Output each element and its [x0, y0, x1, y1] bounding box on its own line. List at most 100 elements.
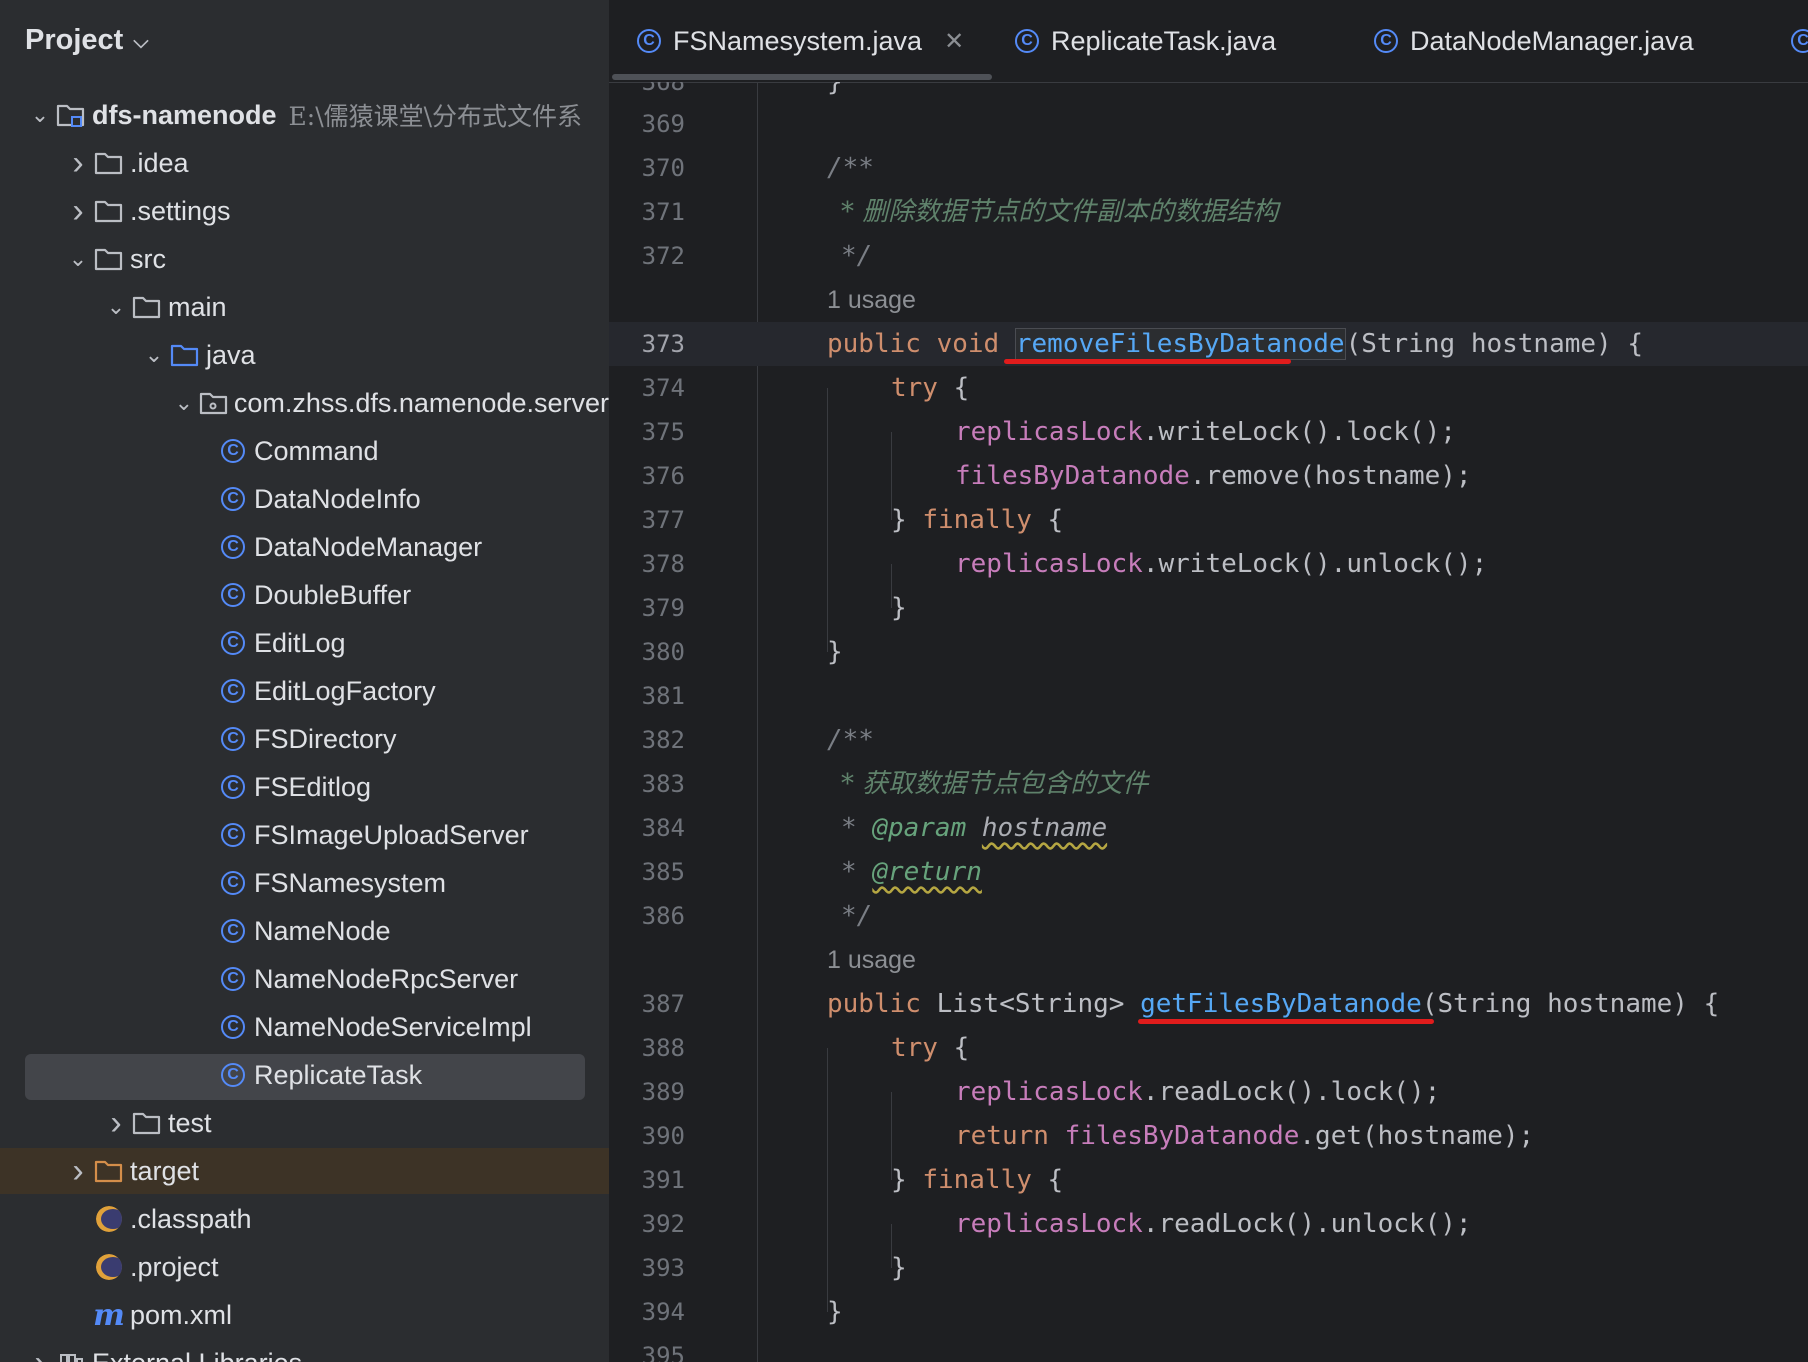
keyword: public [827, 329, 921, 359]
line-number: 384 [641, 814, 685, 842]
line-number: 368 [641, 82, 685, 96]
doc-comment-close: */ [841, 901, 873, 931]
chevron-right-icon[interactable]: › [64, 144, 92, 183]
tree-item-external-libraries[interactable]: › External Libraries [0, 1340, 609, 1362]
tree-item-pom-xml[interactable]: m pom.xml [0, 1292, 609, 1338]
tree-item-command[interactable]: C Command [0, 428, 609, 474]
tree-item-label: .idea [130, 147, 189, 178]
tree-item-editlogfactory[interactable]: C EditLogFactory [0, 668, 609, 714]
code-line: 372 */ [609, 234, 1808, 278]
tab-fsnamesystem[interactable]: C FSNamesystem.java ✕ [637, 18, 964, 64]
chevron-right-icon[interactable]: › [64, 192, 92, 231]
indent-guide [891, 1224, 892, 1268]
doc-param-tag: @param [872, 813, 967, 843]
code-area[interactable]: 368} 369 370 /** 371 * 删除数据节点的文件副本的数据结构 372 */ 1… [609, 82, 1808, 1362]
tree-item-dfs-namenode[interactable]: ⌄ dfs-namenode E:\儒猿课堂\分布式文件系 [0, 92, 609, 138]
tree-item-project[interactable]: .project [0, 1244, 609, 1290]
doc-comment-text: * 获取数据节点包含的文件 [841, 769, 1149, 799]
tab-datanodemanager[interactable]: C DataNodeManager.java [1374, 18, 1694, 64]
line-number: 387 [641, 990, 685, 1018]
call: .readLock().lock(); [1142, 1077, 1441, 1107]
method-name-remove-files: removeFilesByDatanode [1014, 328, 1346, 360]
tree-item-test[interactable]: › test [0, 1100, 609, 1146]
chevron-right-icon[interactable]: › [102, 1104, 130, 1143]
tree-item-fseditlog[interactable]: C FSEditlog [0, 764, 609, 810]
tab-replicatetask[interactable]: C ReplicateTask.java [1015, 18, 1276, 64]
code-line: 374 try { [609, 366, 1808, 410]
chevron-down-icon[interactable]: ⌄ [102, 294, 130, 320]
line-number: 392 [641, 1210, 685, 1238]
tree-item-datanodemanager[interactable]: C DataNodeManager [0, 524, 609, 570]
doc-comment-text: * 删除数据节点的文件副本的数据结构 [841, 197, 1279, 227]
tree-item-main[interactable]: ⌄ main [0, 284, 609, 330]
code-line: 368} [609, 82, 1808, 104]
usage-hint-line[interactable]: 1 usage [609, 278, 1808, 322]
tree-item-fsimageuploadserver[interactable]: C FSImageUploadServer [0, 812, 609, 858]
chevron-down-icon[interactable]: ⌄ [26, 102, 54, 128]
chevron-down-icon[interactable]: ⌄ [170, 390, 197, 416]
indent-guide [891, 564, 892, 608]
tree-item-classpath[interactable]: .classpath [0, 1196, 609, 1242]
usage-hint-line[interactable]: 1 usage [609, 938, 1808, 982]
usage-inlay-hint[interactable]: 1 usage [827, 938, 916, 982]
brace: } [891, 1165, 923, 1195]
class-icon: C [216, 820, 250, 850]
doc-comment-open: /** [827, 725, 874, 755]
tree-item-label: FSEditlog [254, 771, 372, 802]
tree-item-replicatetask[interactable]: C ReplicateTask [0, 1052, 609, 1100]
brace: } [891, 593, 907, 623]
tree-item-doublebuffer[interactable]: C DoubleBuffer [0, 572, 609, 618]
library-icon [54, 1348, 88, 1362]
tree-item-namenodeserviceimpl[interactable]: C NameNodeServiceImpl [0, 1004, 609, 1050]
tree-item-fsnamesystem[interactable]: C FSNamesystem [0, 860, 609, 906]
close-icon[interactable]: ✕ [944, 27, 964, 56]
class-icon: C [637, 29, 661, 53]
line-number: 377 [641, 506, 685, 534]
source-folder-icon [168, 340, 202, 370]
tree-item-label: FSNamesystem [254, 867, 447, 898]
indent-guide [891, 432, 892, 520]
chevron-down-icon[interactable]: ⌄ [140, 342, 168, 368]
field: filesByDatanode [955, 461, 1190, 491]
line-number: 379 [641, 594, 685, 622]
project-view-selector[interactable]: Project ⌵ [25, 20, 149, 60]
tab-overflow[interactable]: C [1791, 18, 1808, 64]
line-number: 385 [641, 858, 685, 886]
tree-item-datanodeinfo[interactable]: C DataNodeInfo [0, 476, 609, 522]
usage-inlay-hint[interactable]: 1 usage [827, 278, 916, 322]
class-icon: C [216, 532, 250, 562]
code-content: * 获取数据节点包含的文件 [841, 762, 1148, 806]
code-line: 395 [609, 1334, 1808, 1362]
tree-item-idea[interactable]: › .idea [0, 140, 609, 186]
code-content: } [891, 586, 907, 630]
tree-item-fsdirectory[interactable]: C FSDirectory [0, 716, 609, 762]
type: List<String> [936, 989, 1125, 1019]
code-content: * 删除数据节点的文件副本的数据结构 [841, 190, 1278, 234]
doc-return-tag: @return [872, 857, 982, 887]
chevron-right-icon[interactable]: › [64, 1152, 92, 1191]
folder-icon [130, 1108, 164, 1138]
tree-item-src[interactable]: ⌄ src [0, 236, 609, 282]
code-content: } finally { [891, 498, 1063, 542]
class-icon: C [216, 436, 250, 466]
tree-item-settings[interactable]: › .settings [0, 188, 609, 234]
folder-icon [92, 244, 126, 274]
tree-item-namenode[interactable]: C NameNode [0, 908, 609, 954]
line-number: 383 [641, 770, 685, 798]
tree-item-com-zhss-dfs-namenode-server[interactable]: ⌄ com.zhss.dfs.namenode.server [0, 380, 609, 426]
package-icon [197, 388, 230, 418]
code-content: replicasLock.writeLock().lock(); [955, 410, 1456, 454]
tree-item-namenoderpcserver[interactable]: C NameNodeRpcServer [0, 956, 609, 1002]
line-number: 382 [641, 726, 685, 754]
tree-item-label: target [130, 1155, 200, 1186]
chevron-right-icon[interactable]: › [26, 1344, 54, 1362]
brace: { [1047, 1165, 1064, 1195]
class-icon: C [1015, 29, 1039, 53]
tree-item-editlog[interactable]: C EditLog [0, 620, 609, 666]
code-line: 393} [609, 1246, 1808, 1290]
tree-item-java[interactable]: ⌄ java [0, 332, 609, 378]
chevron-down-icon[interactable]: ⌄ [64, 246, 92, 272]
brace: } [891, 1253, 907, 1283]
indent-guide [827, 1048, 828, 1312]
tree-item-target[interactable]: › target [0, 1148, 609, 1194]
